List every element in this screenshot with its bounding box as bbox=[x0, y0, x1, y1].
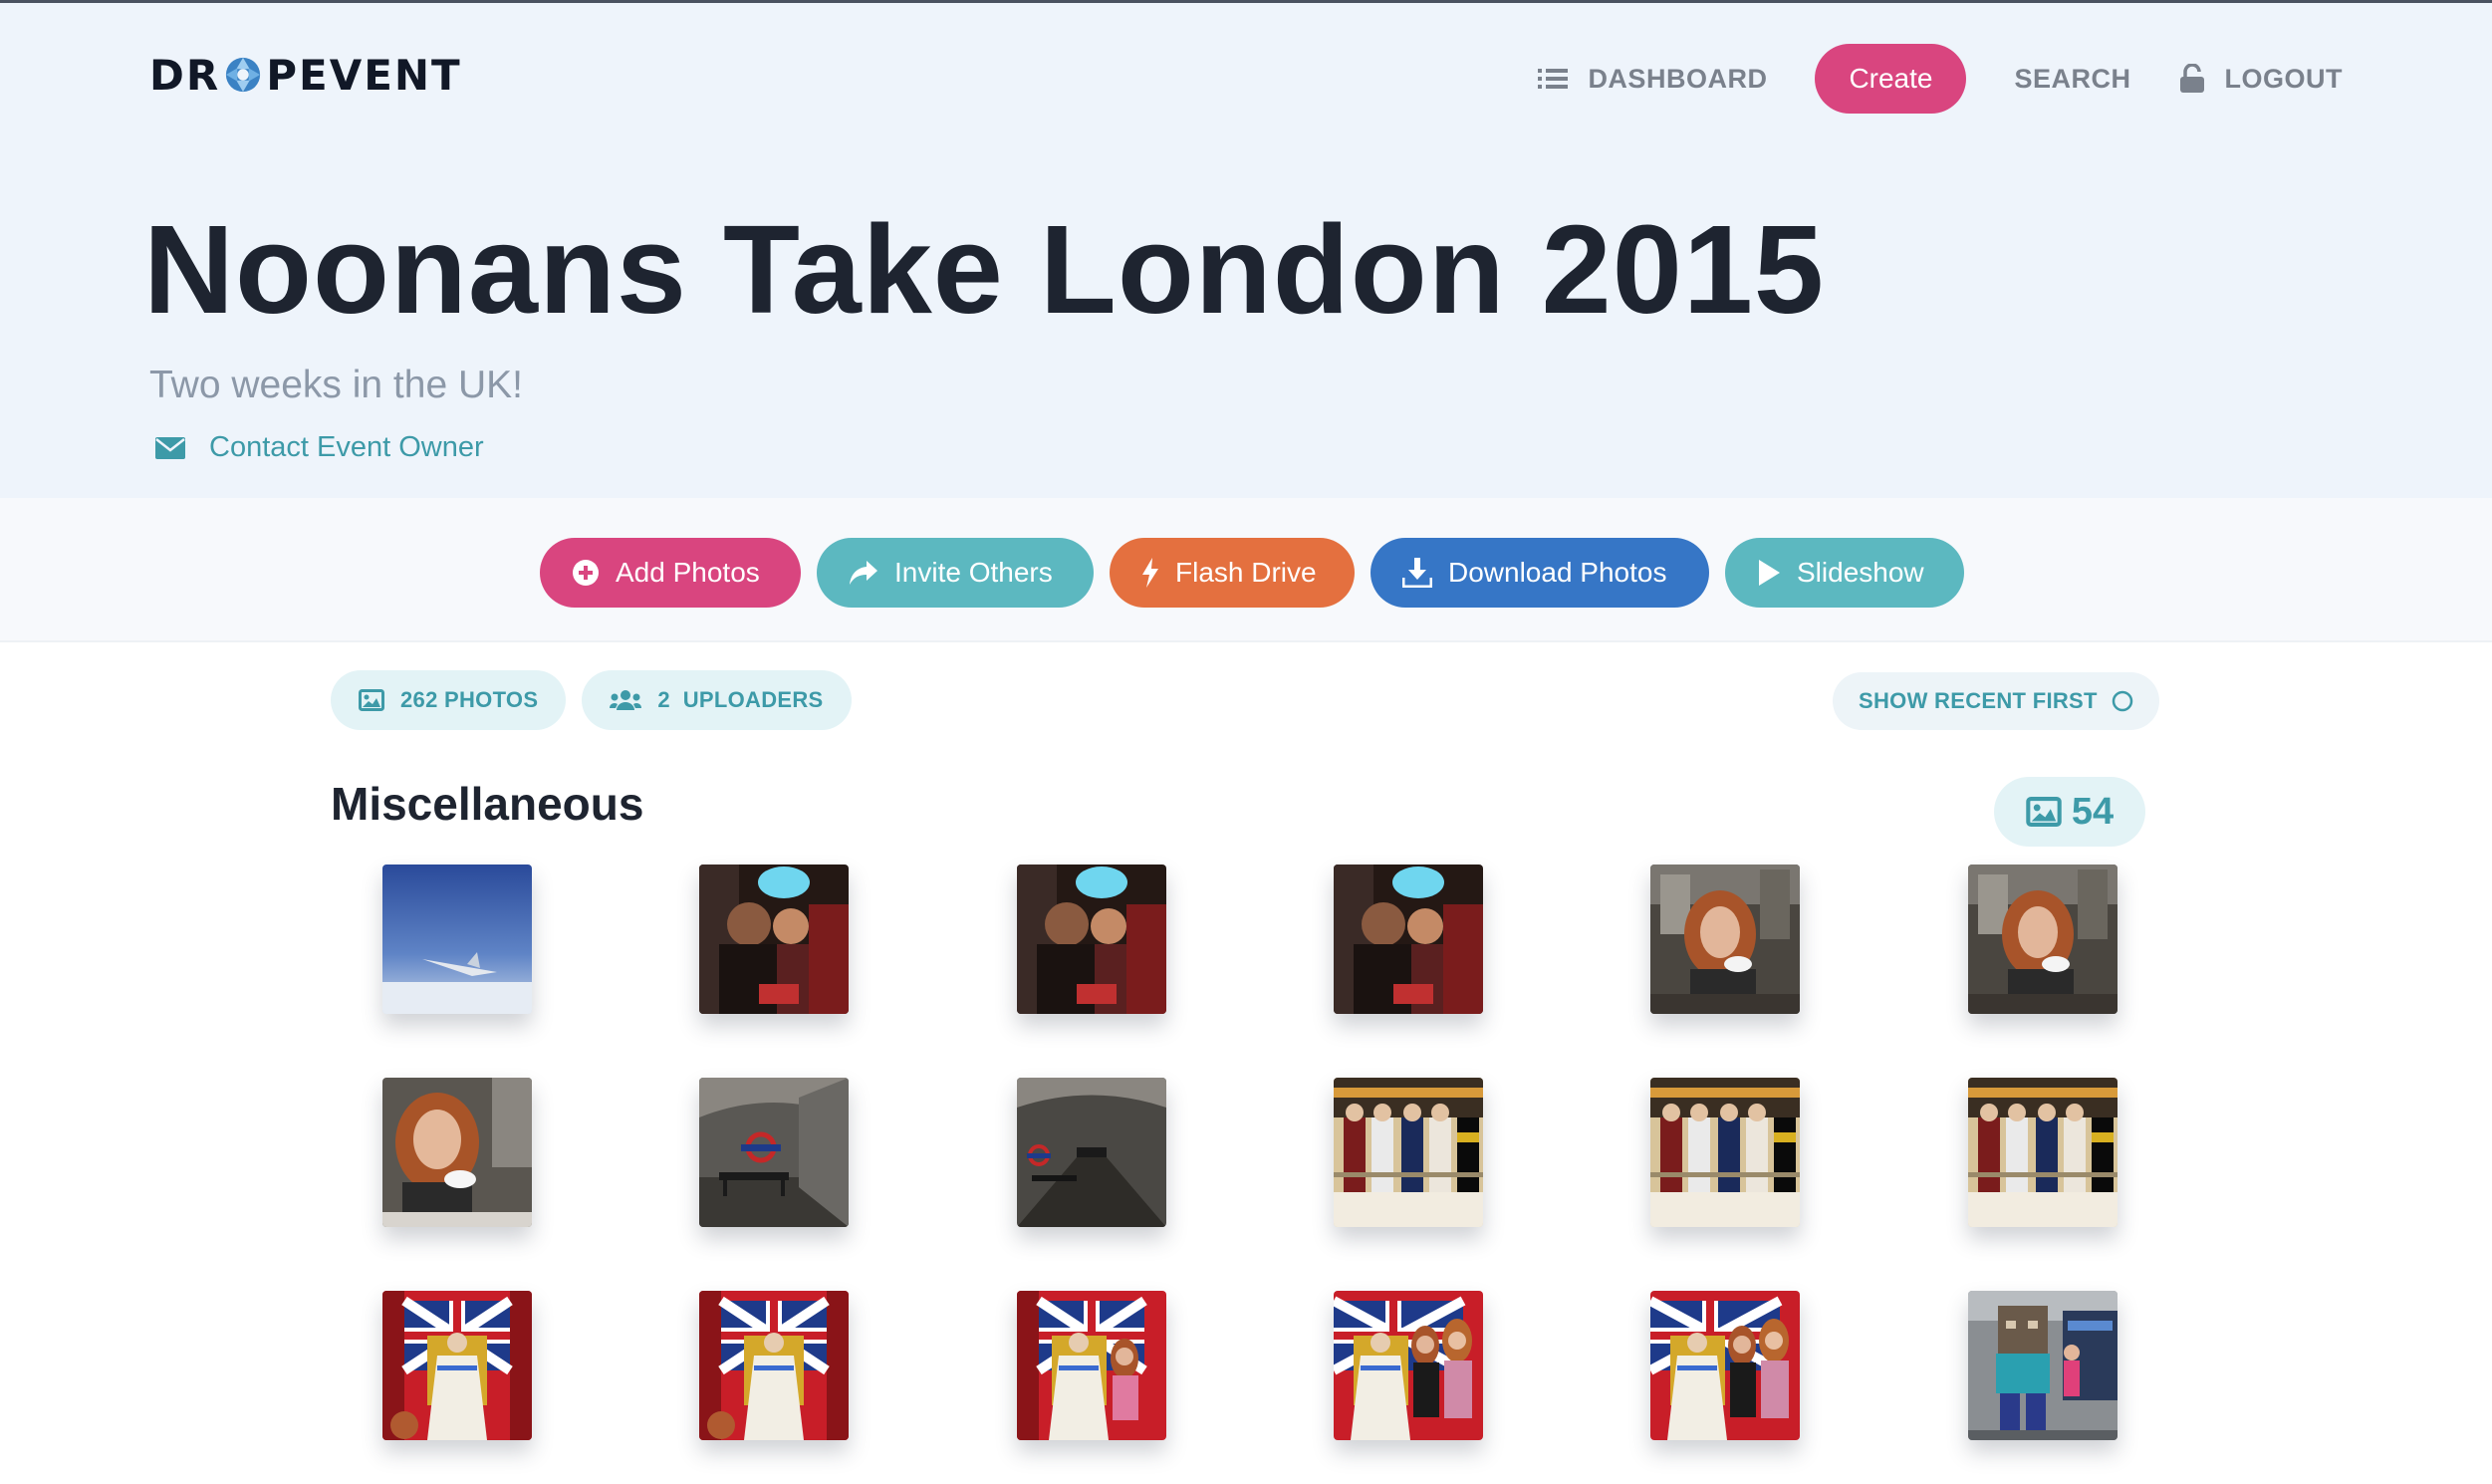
photo-image bbox=[1968, 1078, 2118, 1227]
nav-logout-label: LOGOUT bbox=[2224, 63, 2343, 94]
photo-thumbnail[interactable] bbox=[699, 1078, 849, 1227]
photo-count-label: 262 PHOTOS bbox=[400, 687, 539, 712]
photo-thumbnail[interactable] bbox=[1017, 1078, 1166, 1227]
photo-image bbox=[1650, 1291, 1800, 1440]
action-bar: Add Photos Invite Others Flash Drive Dow… bbox=[0, 498, 2492, 642]
photo-thumbnail[interactable] bbox=[1334, 1078, 1483, 1227]
add-photos-label: Add Photos bbox=[616, 557, 760, 588]
photo-thumbnail[interactable] bbox=[1650, 1291, 1800, 1440]
download-photos-button[interactable]: Download Photos bbox=[1371, 538, 1709, 608]
photo-image bbox=[1017, 865, 1166, 1014]
slideshow-label: Slideshow bbox=[1797, 557, 1924, 588]
download-photos-label: Download Photos bbox=[1448, 557, 1667, 588]
invite-others-label: Invite Others bbox=[894, 557, 1053, 588]
logo-text-right: PEVENT bbox=[266, 50, 462, 100]
unlock-icon bbox=[2179, 64, 2204, 93]
photo-image bbox=[1968, 865, 2118, 1014]
photo-image bbox=[1334, 865, 1483, 1014]
event-subtitle: Two weeks in the UK! bbox=[149, 364, 523, 406]
envelope-icon bbox=[155, 436, 185, 459]
photo-image bbox=[382, 1078, 532, 1227]
logo-text-left: DR bbox=[149, 50, 221, 100]
uploaders-pill[interactable]: 2 UPLOADERS bbox=[582, 670, 852, 730]
image-icon bbox=[359, 689, 384, 711]
invite-others-button[interactable]: Invite Others bbox=[817, 538, 1094, 608]
plus-circle-icon bbox=[573, 560, 599, 586]
nav-dashboard-label: DASHBOARD bbox=[1588, 63, 1768, 94]
photo-image bbox=[1017, 1078, 1166, 1227]
event-header: DR PEVENT DASHBOARD Create SEARCH LOGOUT… bbox=[0, 3, 2492, 498]
section-photo-count: 54 bbox=[2071, 790, 2115, 833]
flash-drive-button[interactable]: Flash Drive bbox=[1110, 538, 1355, 608]
photo-image bbox=[1334, 1291, 1483, 1440]
slideshow-button[interactable]: Slideshow bbox=[1725, 538, 1964, 608]
section-photo-count-badge: 54 bbox=[1994, 777, 2145, 847]
share-arrow-icon bbox=[850, 561, 877, 585]
photo-image bbox=[699, 1291, 849, 1440]
dropevent-logo[interactable]: DR PEVENT bbox=[149, 50, 462, 100]
photo-thumbnail[interactable] bbox=[382, 1291, 532, 1440]
photo-thumbnail[interactable] bbox=[1650, 1078, 1800, 1227]
photo-thumbnail[interactable] bbox=[699, 1291, 849, 1440]
photo-thumbnail[interactable] bbox=[1650, 865, 1800, 1014]
photo-thumbnail[interactable] bbox=[1968, 1078, 2118, 1227]
action-buttons: Add Photos Invite Others Flash Drive Dow… bbox=[540, 538, 1964, 608]
radio-circle-icon bbox=[2112, 690, 2133, 712]
play-icon bbox=[1759, 560, 1780, 586]
contact-event-owner-link[interactable]: Contact Event Owner bbox=[155, 431, 484, 464]
photo-image bbox=[1334, 1078, 1483, 1227]
top-nav: DASHBOARD Create SEARCH LOGOUT bbox=[1490, 43, 2343, 115]
photo-image bbox=[382, 865, 532, 1014]
photo-thumbnail[interactable] bbox=[1334, 1291, 1483, 1440]
event-title: Noonans Take London 2015 bbox=[143, 199, 1825, 340]
uploaders-label: 2 UPLOADERS bbox=[657, 687, 824, 712]
aperture-icon bbox=[226, 57, 261, 93]
nav-search[interactable]: SEARCH bbox=[2014, 64, 2130, 95]
list-icon bbox=[1538, 69, 1569, 89]
photo-thumbnail[interactable] bbox=[1968, 1291, 2118, 1440]
photo-image bbox=[699, 865, 849, 1014]
contact-label: Contact Event Owner bbox=[209, 431, 484, 463]
photo-count-pill[interactable]: 262 PHOTOS bbox=[331, 670, 567, 730]
event-stats: 262 PHOTOS 2 UPLOADERS bbox=[331, 670, 868, 730]
photo-thumbnail[interactable] bbox=[1968, 865, 2118, 1014]
album-section-title: Miscellaneous bbox=[331, 778, 644, 830]
nav-logout[interactable]: LOGOUT bbox=[2179, 64, 2344, 95]
photo-image bbox=[1017, 1291, 1166, 1440]
create-button[interactable]: Create bbox=[1815, 44, 1967, 114]
image-icon bbox=[2026, 797, 2062, 827]
download-icon bbox=[1402, 558, 1432, 588]
photo-thumbnail[interactable] bbox=[382, 865, 532, 1014]
nav-dashboard[interactable]: DASHBOARD bbox=[1538, 64, 1767, 95]
flash-drive-label: Flash Drive bbox=[1175, 557, 1317, 588]
photo-thumbnail[interactable] bbox=[1334, 865, 1483, 1014]
photo-image bbox=[382, 1291, 532, 1440]
photo-thumbnail[interactable] bbox=[1017, 1291, 1166, 1440]
photo-image bbox=[1650, 1078, 1800, 1227]
show-recent-first-toggle[interactable]: SHOW RECENT FIRST bbox=[1833, 672, 2159, 730]
photo-thumbnail[interactable] bbox=[382, 1078, 532, 1227]
show-recent-first-label: SHOW RECENT FIRST bbox=[1859, 688, 2098, 713]
users-icon bbox=[610, 690, 642, 710]
photo-thumbnail[interactable] bbox=[699, 865, 849, 1014]
photo-image bbox=[699, 1078, 849, 1227]
add-photos-button[interactable]: Add Photos bbox=[540, 538, 801, 608]
photo-thumbnail[interactable] bbox=[1017, 865, 1166, 1014]
lightning-icon bbox=[1142, 558, 1158, 588]
photo-image bbox=[1968, 1291, 2118, 1440]
photo-image bbox=[1650, 865, 1800, 1014]
